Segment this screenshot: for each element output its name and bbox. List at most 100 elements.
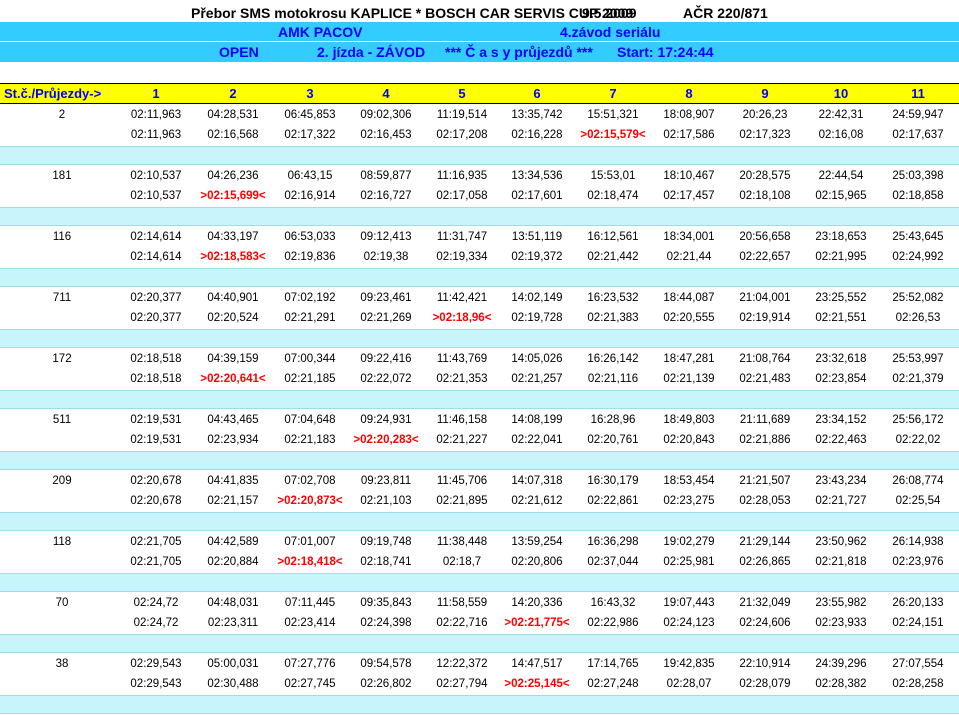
series-round: 4.závod seriálu	[560, 24, 661, 40]
lap-header: 10	[833, 86, 849, 101]
lap-header: 9	[761, 86, 769, 101]
lap-time-cell: 02:28,258	[892, 678, 944, 690]
cumulative-time-cell: 16:36,298	[587, 536, 639, 548]
start-number: 38	[55, 658, 69, 670]
lap-time-cell: 02:21,257	[511, 373, 563, 385]
cumulative-time-cell: 02:14,614	[130, 231, 182, 243]
table-row-cumulative: 116 02:14,614 04:33,197 06:53,033 09:12,413 1…	[0, 227, 959, 247]
table-row-cumulative: 70 02:24,72 04:48,031 07:11,445 09:35,843 11:…	[0, 593, 959, 613]
cumulative-time-cell: 11:58,559	[436, 597, 488, 609]
lap-time-cell: 02:20,884	[207, 556, 259, 568]
cumulative-time-cell: 18:53,454	[663, 475, 715, 487]
lap-time-cell: 02:21,442	[587, 251, 639, 263]
cumulative-time-cell: 26:14,938	[892, 536, 944, 548]
cumulative-time-cell: 22:44,54	[818, 170, 864, 182]
lap-time-cell: 02:21,353	[436, 373, 488, 385]
cumulative-time-cell: 09:02,306	[360, 109, 412, 121]
lap-time-cell: 02:25,981	[663, 556, 715, 568]
cumulative-time-cell: 04:33,197	[207, 231, 259, 243]
start-number: 181	[52, 170, 72, 182]
cumulative-time-cell: 21:32,049	[739, 597, 791, 609]
header-line-1: Přebor SMS motokrosu KAPLICE * BOSCH CAR…	[0, 3, 959, 23]
start-number: 209	[52, 475, 72, 487]
cumulative-time-cell: 25:43,645	[892, 231, 944, 243]
start-number: 2	[58, 109, 66, 121]
cumulative-time-cell: 11:43,769	[436, 353, 488, 365]
table-row-lap-times: 02:20,678 02:21,157 >02:20,873< 02:21,103 02…	[0, 491, 959, 511]
lap-time-cell: 02:17,323	[739, 129, 791, 141]
lap-time-cell: 02:21,705	[130, 556, 182, 568]
best-lap-cell: >02:20,873<	[277, 495, 343, 507]
rider-block: 711 02:20,377 04:40,901 07:02,192 09:23,461 1…	[0, 287, 959, 348]
start-number: 118	[52, 536, 72, 548]
lap-time-cell: 02:21,103	[360, 495, 412, 507]
lap-header: 5	[458, 86, 466, 101]
cumulative-time-cell: 25:53,997	[892, 353, 944, 365]
cumulative-time-cell: 23:18,653	[815, 231, 867, 243]
lap-time-cell: 02:21,185	[284, 373, 336, 385]
cumulative-time-cell: 21:29,144	[739, 536, 791, 548]
lap-time-cell: 02:20,524	[207, 312, 259, 324]
cumulative-time-cell: 15:51,321	[587, 109, 639, 121]
lap-header: 8	[685, 86, 693, 101]
cumulative-time-cell: 13:35,742	[511, 109, 563, 121]
cumulative-time-cell: 16:28,96	[590, 414, 636, 426]
lap-time-cell: 02:28,079	[739, 678, 791, 690]
lap-time-cell: 02:21,895	[436, 495, 488, 507]
lap-times-title: *** Č a s y průjezdů ***	[445, 44, 593, 60]
lap-time-cell: 02:21,483	[739, 373, 791, 385]
lap-header: 1	[152, 86, 160, 101]
rider-block: 209 02:20,678 04:41,835 07:02,708 09:23,811 1…	[0, 470, 959, 531]
lap-time-cell: 02:18,518	[130, 373, 182, 385]
lap-time-cell: 02:21,886	[739, 434, 791, 446]
lap-time-cell: 02:24,123	[663, 617, 715, 629]
cumulative-time-cell: 17:14,765	[587, 658, 639, 670]
lap-time-cell: 02:21,44	[666, 251, 712, 263]
table-row-lap-times: 02:29,543 02:30,488 02:27,745 02:26,802 02:2…	[0, 674, 959, 694]
lap-time-cell: 02:22,02	[895, 434, 941, 446]
best-lap-cell: >02:18,583<	[200, 251, 266, 263]
cumulative-time-cell: 20:56,658	[739, 231, 791, 243]
cumulative-time-cell: 02:18,518	[130, 353, 182, 365]
table-row-cumulative: 181 02:10,537 04:26,236 06:43,15 08:59,877 11…	[0, 166, 959, 186]
lap-time-cell: 02:19,372	[511, 251, 563, 263]
lap-time-cell: 02:27,794	[436, 678, 488, 690]
lap-time-cell: 02:23,854	[815, 373, 867, 385]
lap-time-cell: 02:16,08	[818, 129, 864, 141]
lap-time-cell: 02:22,716	[436, 617, 488, 629]
race-session: 2. jízda - ZÁVOD	[317, 44, 426, 60]
lap-header: 4	[382, 86, 390, 101]
cumulative-time-cell: 23:43,234	[815, 475, 867, 487]
cumulative-time-cell: 11:46,158	[436, 414, 488, 426]
lap-time-cell: 02:21,551	[815, 312, 867, 324]
lap-time-cell: 02:19,38	[363, 251, 409, 263]
cumulative-time-cell: 25:52,082	[892, 292, 944, 304]
lap-time-cell: 02:16,914	[284, 190, 336, 202]
cumulative-time-cell: 16:12,561	[587, 231, 639, 243]
lap-time-cell: 02:16,228	[511, 129, 563, 141]
cumulative-time-cell: 02:20,377	[130, 292, 182, 304]
table-row-cumulative: 118 02:21,705 04:42,589 07:01,007 09:19,748 1…	[0, 532, 959, 552]
cumulative-time-cell: 14:47,517	[511, 658, 563, 670]
lap-time-cell: 02:26,865	[739, 556, 791, 568]
cumulative-time-cell: 11:31,747	[436, 231, 488, 243]
table-row-lap-times: 02:20,377 02:20,524 02:21,291 02:21,269 >02:…	[0, 308, 959, 328]
cumulative-time-cell: 09:23,811	[360, 475, 412, 487]
lap-time-cell: 02:18,108	[739, 190, 791, 202]
rider-block: 38 02:29,543 05:00,031 07:27,776 09:54,578 12…	[0, 653, 959, 714]
lap-time-cell: 02:23,414	[284, 617, 336, 629]
cumulative-time-cell: 04:26,236	[207, 170, 259, 182]
cumulative-time-cell: 09:19,748	[360, 536, 412, 548]
lap-time-cell: 02:19,531	[130, 434, 182, 446]
lap-time-cell: 02:17,058	[436, 190, 488, 202]
lap-time-cell: 02:26,802	[360, 678, 412, 690]
best-lap-cell: >02:15,579<	[580, 129, 646, 141]
lap-time-cell: 02:10,537	[130, 190, 182, 202]
lap-time-cell: 02:37,044	[587, 556, 639, 568]
lap-time-cell: 02:16,568	[207, 129, 259, 141]
cumulative-time-cell: 16:26,142	[587, 353, 639, 365]
cumulative-time-cell: 13:51,119	[511, 231, 563, 243]
cumulative-time-cell: 23:34,152	[815, 414, 867, 426]
cumulative-time-cell: 18:47,281	[663, 353, 715, 365]
table-row-lap-times: 02:21,705 02:20,884 >02:18,418< 02:18,741 02…	[0, 552, 959, 572]
